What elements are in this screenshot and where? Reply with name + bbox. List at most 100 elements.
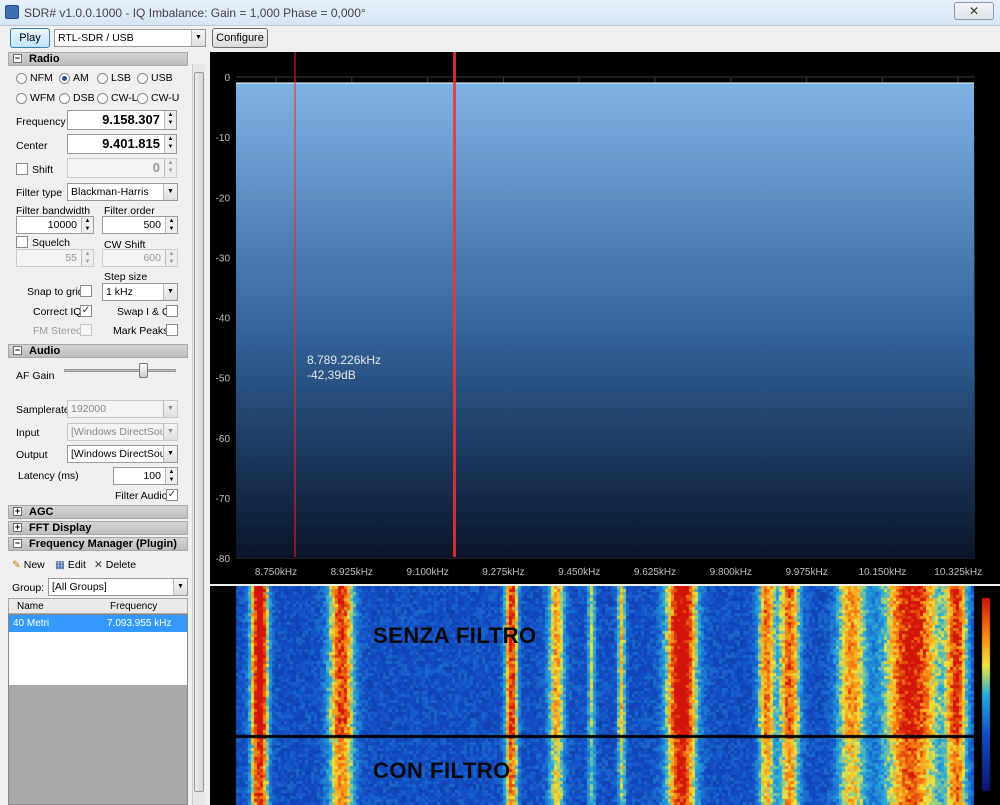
squelch-input[interactable]: 55 ▲ ▼: [16, 249, 94, 267]
spectrum-analyzer[interactable]: 0 -10 -20 -30 -40 -50 -60 -70 -80 8.750kHz 8.925k…: [210, 52, 1000, 584]
delete-button[interactable]: ✕ Delete: [94, 559, 136, 571]
fft-section-header[interactable]: + FFT Display: [8, 521, 188, 535]
toolbar: Play RTL-SDR / USB ▼ Configure: [0, 26, 1000, 52]
spin-icon[interactable]: ▲ ▼: [164, 135, 176, 153]
mark-peaks-checkbox[interactable]: [166, 324, 178, 336]
output-dropdown[interactable]: [Windows DirectSound] ▼: [67, 445, 178, 463]
af-gain-slider-track[interactable]: [64, 369, 176, 372]
edit-icon: ▦: [55, 559, 65, 571]
shift-input[interactable]: 0 ▲ ▼: [67, 158, 177, 178]
x-tick-label: 9.100kHz: [406, 567, 448, 578]
frequency-input[interactable]: 9.158.307 ▲ ▼: [67, 110, 177, 130]
x-tick-label: 10.325kHz: [934, 567, 982, 578]
latency-input[interactable]: 100 ▲ ▼: [113, 467, 178, 485]
waterfall-canvas[interactable]: [210, 586, 1000, 805]
step-size-dropdown[interactable]: 1 kHz ▼: [102, 283, 178, 301]
waterfall-display[interactable]: SENZA FILTRO CON FILTRO: [210, 586, 1000, 805]
audio-section-header[interactable]: − Audio: [8, 344, 188, 358]
spin-icon[interactable]: ▲ ▼: [165, 217, 177, 233]
squelch-label: Squelch: [32, 237, 70, 249]
waterfall-label-top: SENZA FILTRO: [373, 623, 537, 648]
mode-label-dsb: DSB: [73, 92, 95, 104]
configure-button[interactable]: Configure: [212, 28, 268, 48]
new-button[interactable]: ✎ New: [12, 559, 45, 571]
row-frequency: 7.093.955 kHz: [107, 618, 172, 629]
column-name[interactable]: Name: [17, 601, 44, 612]
cursor-level-readout: -42,39dB: [307, 368, 356, 382]
source-dropdown[interactable]: RTL-SDR / USB ▼: [54, 29, 206, 47]
af-gain-slider-thumb[interactable]: [138, 363, 148, 378]
y-tick-label: -60: [216, 434, 231, 445]
latency-label: Latency (ms): [18, 470, 79, 482]
chevron-down-icon: ▼: [163, 401, 177, 417]
app-icon: [5, 5, 19, 19]
af-gain-label: AF Gain: [16, 370, 55, 382]
y-tick-label: -70: [216, 494, 231, 505]
cursor-frequency-readout: 8.789.226kHz: [307, 353, 381, 367]
spin-icon[interactable]: ▲ ▼: [81, 250, 93, 266]
chevron-down-icon: ▼: [163, 284, 177, 300]
mode-radio-am[interactable]: [59, 73, 70, 84]
mode-radio-dsb[interactable]: [59, 93, 70, 104]
filter-type-value: Blackman-Harris: [71, 186, 149, 198]
correct-iq-checkbox[interactable]: ✓: [80, 305, 92, 317]
delete-icon: ✕: [94, 559, 103, 571]
snap-to-grid-checkbox[interactable]: [80, 285, 92, 297]
shift-checkbox[interactable]: [16, 163, 28, 175]
play-button[interactable]: Play: [10, 28, 50, 48]
y-tick-label: -20: [216, 193, 231, 204]
x-tick-label: 8.750kHz: [255, 567, 297, 578]
close-button[interactable]: ✕: [954, 2, 994, 20]
scrollbar-thumb[interactable]: [194, 72, 204, 792]
input-dropdown[interactable]: [Windows DirectSound] ▼: [67, 423, 178, 441]
cw-shift-input[interactable]: 600 ▲ ▼: [102, 249, 178, 267]
mode-radio-wfm[interactable]: [16, 93, 27, 104]
freq-manager-section-header[interactable]: − Frequency Manager (Plugin): [8, 537, 188, 551]
mode-label-usb: USB: [151, 72, 173, 84]
y-tick-label: -10: [216, 133, 231, 144]
table-row[interactable]: 40 Metri 7.093.955 kHz: [9, 615, 187, 632]
mode-radio-nfm[interactable]: [16, 73, 27, 84]
spin-icon[interactable]: ▲ ▼: [164, 159, 176, 177]
mode-label-cw-u: CW-U: [151, 92, 180, 104]
mode-radio-usb[interactable]: [137, 73, 148, 84]
agc-section-header[interactable]: + AGC: [8, 505, 188, 519]
samplerate-dropdown[interactable]: 192000 ▼: [67, 400, 178, 418]
spin-icon[interactable]: ▲ ▼: [165, 468, 177, 484]
x-tick-label: 9.275kHz: [482, 567, 524, 578]
spin-icon[interactable]: ▲ ▼: [81, 217, 93, 233]
chevron-down-icon: ▼: [163, 184, 177, 200]
spectrum-plot[interactable]: 0 -10 -20 -30 -40 -50 -60 -70 -80 8.750kHz 8.925k…: [210, 52, 1000, 584]
shift-label: Shift: [32, 164, 54, 176]
mode-radio-lsb[interactable]: [97, 73, 108, 84]
filter-audio-checkbox[interactable]: ✓: [166, 489, 178, 501]
new-icon: ✎: [12, 559, 21, 571]
center-input[interactable]: 9.401.815 ▲ ▼: [67, 134, 177, 154]
window-title: SDR# v1.0.0.1000 - IQ Imbalance: Gain = …: [24, 6, 366, 20]
cw-shift-value: 600: [143, 252, 161, 264]
spin-icon[interactable]: ▲ ▼: [165, 250, 177, 266]
edit-label: Edit: [67, 559, 86, 571]
filter-order-input[interactable]: 500 ▲ ▼: [102, 216, 178, 234]
tuned-frequency-marker[interactable]: [453, 52, 456, 557]
collapse-icon: −: [13, 538, 22, 548]
column-frequency[interactable]: Frequency: [110, 601, 157, 612]
mode-radio-cw-l[interactable]: [97, 93, 108, 104]
radio-section-header[interactable]: − Radio: [8, 52, 188, 66]
edit-button[interactable]: ▦ Edit: [55, 559, 86, 571]
group-dropdown[interactable]: [All Groups] ▼: [48, 578, 188, 596]
filter-bandwidth-input[interactable]: 10000 ▲ ▼: [16, 216, 94, 234]
frequency-label: Frequency: [16, 116, 66, 128]
fm-stereo-checkbox[interactable]: [80, 324, 92, 336]
spin-icon[interactable]: ▲ ▼: [164, 111, 176, 129]
center-label: Center: [16, 140, 48, 152]
filter-type-dropdown[interactable]: Blackman-Harris ▼: [67, 183, 178, 201]
squelch-checkbox[interactable]: [16, 236, 28, 248]
chevron-down-icon: ▼: [191, 30, 205, 46]
mode-radio-cw-u[interactable]: [137, 93, 148, 104]
x-tick-label: 9.625kHz: [634, 567, 676, 578]
swap-iq-checkbox[interactable]: [166, 305, 178, 317]
panel-scrollbar[interactable]: [192, 64, 205, 805]
shift-value: 0: [152, 160, 160, 175]
source-value: RTL-SDR / USB: [58, 32, 134, 44]
